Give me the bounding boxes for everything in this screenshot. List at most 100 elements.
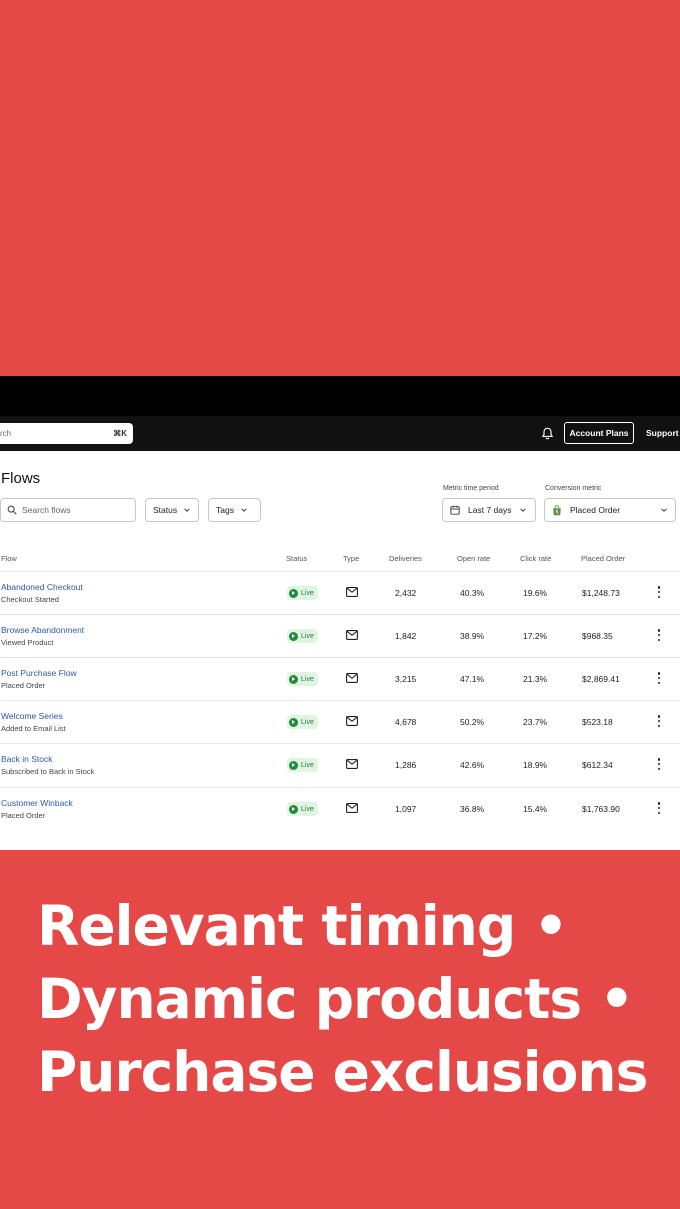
page-title: Flows [1,470,41,487]
table-row[interactable]: Abandoned Checkout Checkout Started Live 2,… [0,571,680,614]
placed-order-value: $1,248.73 [582,588,620,598]
status-badge: Live [287,802,318,816]
click-rate-value: 19.6% [523,588,548,598]
deliveries-value: 3,215 [395,674,417,684]
email-icon [346,630,358,640]
caption-line-3: Purchase exclusions [37,1040,648,1104]
email-icon [346,587,358,597]
deliveries-value: 4,678 [395,717,417,727]
flow-trigger: Checkout Started [1,595,59,604]
click-rate-value: 23.7% [523,717,548,727]
status-text: Live [301,675,314,683]
placed-order-value: $968.35 [582,631,613,641]
support-link[interactable]: Support [646,428,679,438]
email-icon [346,716,358,726]
deliveries-value: 1,286 [395,760,417,770]
table-row[interactable]: Welcome Series Added to Email List Live 4,6… [0,700,680,743]
caption-line-2: Dynamic products • [37,967,634,1031]
header-placed-order[interactable]: Placed Order [581,554,625,563]
play-icon [289,804,298,814]
calendar-icon [450,505,460,515]
open-rate-value: 40.3% [460,588,485,598]
search-shortcut: ⌘K [113,429,127,438]
email-icon [346,803,358,813]
status-badge: Live [287,758,318,772]
flow-name-link[interactable]: Welcome Series [1,711,63,721]
more-options-icon[interactable] [657,758,661,770]
top-nav-bar: rch ⌘K Account Plans Support [0,416,680,451]
caption-text: Relevant timing • Dynamic products • Pur… [37,890,648,1109]
status-filter-label: Status [153,505,178,515]
play-icon [289,588,298,598]
more-options-icon[interactable] [657,802,661,814]
flow-name-link[interactable]: Abandoned Checkout [1,582,83,592]
status-badge: Live [287,672,318,686]
flow-trigger: Subscribed to Back in Stock [1,767,95,776]
table-row[interactable]: Customer Winback Placed Order Live 1,097 36.… [0,787,680,830]
table-row[interactable]: Back in Stock Subscribed to Back in Stock… [0,743,680,786]
play-icon [289,760,298,770]
status-text: Live [301,761,314,769]
deliveries-value: 1,097 [395,804,417,814]
caption-banner: Relevant timing • Dynamic products • Pur… [0,850,680,1209]
header-type[interactable]: Type [343,554,359,563]
search-flows-input[interactable]: Search flows [0,498,136,522]
flow-name-link[interactable]: Post Purchase Flow [1,668,77,678]
top-red-banner [0,0,680,376]
click-rate-value: 21.3% [523,674,548,684]
flow-name-link[interactable]: Customer Winback [1,798,73,808]
black-band [0,376,680,416]
more-options-icon[interactable] [657,586,661,598]
placed-order-value: $2,869.41 [582,674,620,684]
open-rate-value: 47.1% [460,674,485,684]
status-badge: Live [287,715,318,729]
open-rate-value: 36.8% [460,804,485,814]
click-rate-value: 18.9% [523,760,548,770]
header-click-rate[interactable]: Click rate [520,554,551,563]
tags-filter-label: Tags [216,505,234,515]
flow-name-link[interactable]: Browse Abandonment [1,625,84,635]
conversion-metric-label: Conversion metric [545,485,602,492]
chevron-down-icon [184,508,190,512]
header-open-rate[interactable]: Open rate [457,554,490,563]
flow-name-link[interactable]: Back in Stock [1,754,53,764]
table-row[interactable]: Post Purchase Flow Placed Order Live 3,215 4… [0,657,680,700]
bell-icon[interactable] [541,427,554,440]
chevron-down-icon [520,508,527,512]
header-status[interactable]: Status [286,554,307,563]
more-options-icon[interactable] [657,715,661,727]
global-search-input[interactable]: rch ⌘K [0,423,133,444]
click-rate-value: 17.2% [523,631,548,641]
tags-filter-dropdown[interactable]: Tags [208,498,261,522]
open-rate-value: 42.6% [460,760,485,770]
status-filter-dropdown[interactable]: Status [145,498,199,522]
metric-time-label: Metric time period [443,485,499,492]
flow-trigger: Placed Order [1,681,46,690]
status-text: Live [301,589,314,597]
status-text: Live [301,805,314,813]
header-deliveries[interactable]: Deliveries [389,554,422,563]
chevron-down-icon [241,508,247,512]
metric-time-dropdown[interactable]: Last 7 days [442,498,536,522]
email-icon [346,673,358,683]
caption-line-1: Relevant timing • [37,894,569,958]
placed-order-value: $523.18 [582,717,613,727]
flow-trigger: Placed Order [1,811,46,820]
header-flow[interactable]: Flow [1,554,17,563]
more-options-icon[interactable] [657,672,661,684]
placed-order-value: $612.34 [582,760,613,770]
flows-page: Flows Metric time period Conversion metr… [0,451,680,850]
play-icon [289,717,298,727]
email-icon [346,759,358,769]
table-row[interactable]: Browse Abandonment Viewed Product Live 1,84… [0,614,680,657]
account-plans-button[interactable]: Account Plans [564,422,634,444]
search-icon [7,505,17,515]
placed-order-value: $1,763.90 [582,804,620,814]
status-text: Live [301,718,314,726]
conversion-metric-dropdown[interactable]: Placed Order [544,498,676,522]
more-options-icon[interactable] [657,629,661,641]
status-badge: Live [287,586,318,600]
chevron-down-icon [661,508,667,512]
flow-trigger: Added to Email List [1,724,66,733]
global-search-text: rch [0,429,12,438]
